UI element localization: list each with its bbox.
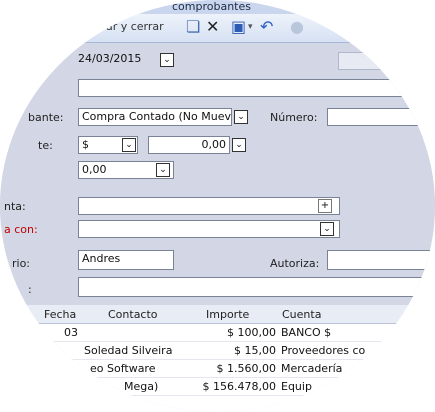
movements-grid: Fecha Contacto Importe Cuenta 03 $ 100,0… — [0, 305, 435, 412]
window-title-bar: comprobantes — [0, 0, 435, 14]
rate-dropdown-icon[interactable]: ⌄ — [156, 163, 170, 177]
observaciones-field[interactable] — [78, 277, 435, 297]
cell-contacto: eo Software — [90, 362, 156, 375]
cell-cuenta: Equip — [281, 380, 312, 393]
moneda-label: te: — [38, 139, 53, 152]
autoriza-field[interactable] — [327, 250, 435, 270]
save-icon[interactable]: ▣ — [231, 17, 246, 37]
top-right-field[interactable] — [338, 52, 428, 70]
toolbar: ubar y cerrar ❏ ✕ ▣ ▾ ↶ ● — [0, 14, 435, 43]
comprobante-label: bante: — [28, 111, 64, 124]
col-importe[interactable]: Importe — [206, 308, 249, 321]
cell-cuenta: BANCO $ — [281, 326, 332, 339]
account-field[interactable] — [78, 197, 340, 215]
cell-cuenta: Mercadería — [281, 362, 343, 375]
user-field[interactable]: Andres — [78, 250, 174, 270]
payment-select[interactable] — [78, 220, 340, 238]
cell-importe: $ 1.560,00 — [216, 362, 276, 375]
amount-field[interactable]: 0,00 — [148, 136, 230, 154]
new-document-icon[interactable]: ❏ — [186, 17, 200, 37]
voucher-form: 24/03/2015 ⌄ bante: Compra Contado (No M… — [0, 43, 435, 305]
faded-icon: ● — [290, 17, 304, 36]
table-row[interactable]: 03 $ 100,00 BANCO $ — [0, 324, 435, 342]
paga-con-label: a con: — [4, 223, 38, 236]
comprobante-dropdown-icon[interactable]: ⌄ — [234, 110, 248, 124]
save-close-button[interactable]: ubar y cerrar — [92, 20, 164, 33]
col-contacto[interactable]: Contacto — [108, 308, 158, 321]
date-field[interactable]: 24/03/2015 — [78, 51, 146, 69]
comprobante-select[interactable]: Compra Contado (No Mueve — [78, 108, 232, 126]
numero-label: Número: — [270, 111, 318, 124]
magnified-view: comprobantes ubar y cerrar ❏ ✕ ▣ ▾ ↶ ● 2… — [0, 0, 435, 412]
col-cuenta[interactable]: Cuenta — [282, 308, 321, 321]
cuenta-label: nta: — [4, 200, 26, 213]
cell-contacto: Soledad Silveira — [84, 344, 173, 357]
col-fecha[interactable]: Fecha — [44, 308, 76, 321]
delete-icon[interactable]: ✕ — [206, 17, 219, 37]
currency-dropdown-icon[interactable]: ⌄ — [122, 138, 136, 152]
amount-spinner-icon[interactable]: ⌄ — [232, 138, 246, 152]
cell-importe: $ 100,00 — [227, 326, 276, 339]
cell-cuenta: Proveedores co — [281, 344, 366, 357]
undo-icon[interactable]: ↶ — [260, 17, 273, 37]
autoriza-label: Autoriza: — [270, 257, 320, 270]
description-field[interactable] — [78, 79, 435, 97]
cell-importe: $ 15,00 — [234, 344, 276, 357]
expand-icon[interactable]: + — [318, 199, 332, 213]
observaciones-label: : — [28, 283, 32, 296]
table-row[interactable]: Mega) $ 156.478,00 Equip — [0, 378, 435, 396]
cell-importe: $ 156.478,00 — [202, 380, 276, 393]
numero-field[interactable] — [327, 108, 435, 126]
cell-fecha: 03 — [64, 326, 78, 339]
payment-dropdown-icon[interactable]: ⌄ — [320, 222, 334, 236]
table-row[interactable]: eo Software $ 1.560,00 Mercadería — [0, 360, 435, 378]
grid-header: Fecha Contacto Importe Cuenta — [0, 305, 435, 324]
date-dropdown-icon[interactable]: ⌄ — [160, 53, 174, 67]
table-row[interactable]: Soledad Silveira $ 15,00 Proveedores co — [0, 342, 435, 360]
cell-contacto: Mega) — [124, 380, 159, 393]
window-title: comprobantes — [172, 0, 251, 13]
save-dropdown-icon[interactable]: ▾ — [248, 17, 253, 37]
usuario-label: rio: — [12, 257, 31, 270]
